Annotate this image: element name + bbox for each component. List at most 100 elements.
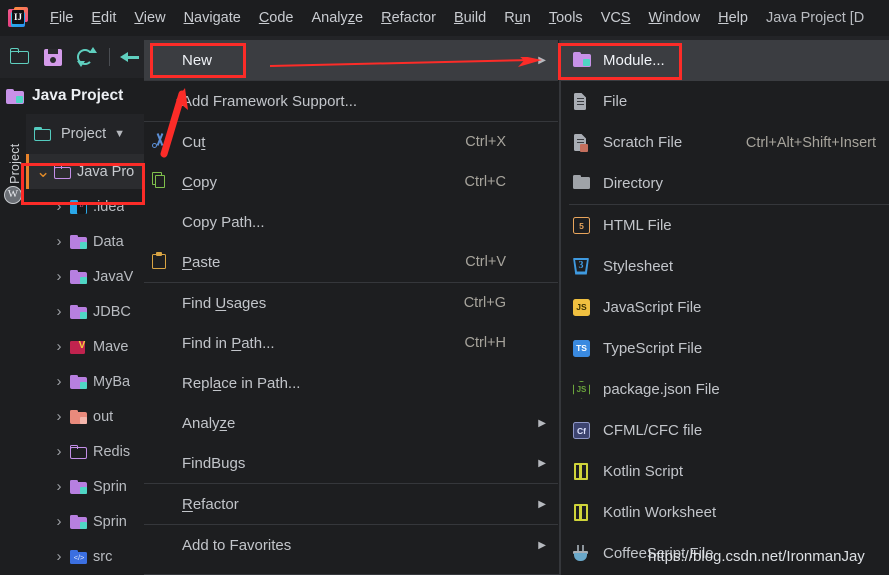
folder-module-purple-icon [70,304,87,319]
submenu-item-directory[interactable]: Directory [561,163,889,204]
menu-item-shortcut: Ctrl+C [464,174,507,190]
tree-row-label: JDBC [93,303,131,320]
menu-code[interactable]: Code [250,7,303,29]
submenu-item-label: Kotlin Worksheet [603,504,717,521]
submenu-item-cfml-cfc-file[interactable]: Cf CFML/CFC file [561,410,889,451]
menu-item-icon-placeholder [152,333,174,353]
intellij-idea-logo-icon: IJ [7,7,29,29]
menu-item-paste[interactable]: Paste Ctrl+V [144,242,558,282]
submenu-item-coffeescript-file[interactable]: CoffeeScript File [561,533,889,574]
coldfusion-icon: Cf [573,421,593,440]
submenu-arrow-icon: ▶ [538,539,546,551]
menu-item-replace-in-path[interactable]: Replace in Path... [144,363,558,403]
chevron-down-icon[interactable]: ▼ [114,128,125,140]
tree-row-label: out [93,408,114,425]
submenu-item-label: package.json File [603,381,720,398]
menu-item-new[interactable]: New ▶ [144,40,558,80]
menu-run[interactable]: Run [495,7,540,29]
submenu-item-label: JavaScript File [603,299,702,316]
left-tool-strip: 1: Project W [0,114,26,575]
submenu-item-package-json-file[interactable]: JS package.json File [561,369,889,410]
chevron-right-icon[interactable]: › [52,338,66,355]
tree-row-label: MyBa [93,373,131,390]
menu-navigate[interactable]: Navigate [175,7,250,29]
menu-item-refactor[interactable]: Refactor ▶ [144,484,558,524]
menu-item-label: Paste [182,253,221,271]
chevron-right-icon[interactable]: › [52,268,66,285]
save-all-icon[interactable] [41,44,66,70]
css3-icon: 3 [573,257,593,276]
menu-item-add-framework-support[interactable]: Add Framework Support... [144,81,558,121]
menu-analyze[interactable]: Analyze [303,7,373,29]
menu-item-icon-placeholder [152,494,174,514]
menu-view[interactable]: View [125,7,174,29]
typescript-icon: TS [573,339,593,358]
menu-edit[interactable]: Edit [82,7,125,29]
tree-row-label: Java Pro [77,163,135,180]
menu-item-copy[interactable]: Copy Ctrl+C [144,162,558,202]
menu-window[interactable]: Window [640,7,710,29]
menu-item-label: Cut [182,133,206,151]
menu-item-find-in-path[interactable]: Find in Path... Ctrl+H [144,323,558,363]
folder-source-blue-icon: </> [70,549,87,564]
chevron-right-icon[interactable]: › [52,513,66,530]
menu-refactor[interactable]: Refactor [372,7,445,29]
submenu-item-html-file[interactable]: 5 HTML File [561,205,889,246]
menu-tools[interactable]: Tools [540,7,592,29]
chevron-right-icon[interactable]: › [52,443,66,460]
menu-build[interactable]: Build [445,7,495,29]
module-folder-icon [6,88,24,104]
chevron-right-icon[interactable]: › [52,373,66,390]
menu-item-copy-path[interactable]: Copy Path... [144,202,558,242]
submenu-item-label: TypeScript File [603,340,703,357]
submenu-item-javascript-file[interactable]: JS JavaScript File [561,287,889,328]
back-arrow-icon[interactable] [118,44,143,70]
new-submenu: Module... File Scratch File Ctrl+Alt+Shift+… [560,40,889,575]
menu-item-find-usages[interactable]: Find Usages Ctrl+G [144,283,558,323]
intellij-idea-window: IJ File Edit View Navigate Code Analyze Refact… [0,0,889,575]
menu-item-add-to-favorites[interactable]: Add to Favorites ▶ [144,525,558,565]
submenu-item-typescript-file[interactable]: TS TypeScript File [561,328,889,369]
open-folder-icon[interactable] [8,44,33,70]
chevron-right-icon[interactable]: › [52,408,66,425]
chevron-right-icon[interactable]: › [52,548,66,565]
folder-out-salmon-icon [70,409,87,424]
menu-vcs[interactable]: VCS [592,7,640,29]
chevron-right-icon[interactable]: › [52,198,66,215]
menu-help[interactable]: Help [709,7,757,29]
javascript-icon: JS [573,298,593,317]
folder-module-purple-icon [70,374,87,389]
folder-module-purple-icon [70,234,87,249]
chevron-right-icon[interactable]: › [52,478,66,495]
menu-item-label: Find in Path... [182,334,275,352]
menu-item-icon-placeholder [152,91,174,111]
paste-icon [152,252,174,272]
submenu-item-label: File [603,93,628,110]
submenu-item-kotlin-worksheet[interactable]: Kotlin Worksheet [561,492,889,533]
tree-row-label: Data [93,233,124,250]
menu-item-analyze[interactable]: Analyze ▶ [144,403,558,443]
menu-item-label: Copy Path... [182,213,265,231]
menu-item-icon-placeholder [152,50,174,70]
menu-item-shortcut: Ctrl+X [465,134,506,150]
submenu-item-module[interactable]: Module... [561,40,889,81]
chevron-down-icon[interactable]: ⌄ [36,163,50,180]
submenu-item-scratch-file[interactable]: Scratch File Ctrl+Alt+Shift+Insert [561,122,889,163]
submenu-item-file[interactable]: File [561,81,889,122]
menu-item-icon-placeholder [152,535,174,555]
menu-item-cut[interactable]: Cut Ctrl+X [144,122,558,162]
menu-item-findbugs[interactable]: FindBugs ▶ [144,443,558,483]
sync-refresh-icon[interactable] [73,44,98,70]
chevron-right-icon[interactable]: › [52,303,66,320]
menu-item-icon-placeholder [152,453,174,473]
menu-item-icon-placeholder [152,413,174,433]
submenu-item-kotlin-script[interactable]: Kotlin Script [561,451,889,492]
menu-file[interactable]: File [41,7,82,29]
kotlin-icon [573,503,593,522]
coffeescript-icon [573,544,593,563]
menu-item-label: New [182,51,213,69]
submenu-item-stylesheet[interactable]: 3 Stylesheet [561,246,889,287]
menu-item-icon-placeholder [152,293,174,313]
chevron-right-icon[interactable]: › [52,233,66,250]
user-avatar-icon[interactable]: W [4,186,22,204]
